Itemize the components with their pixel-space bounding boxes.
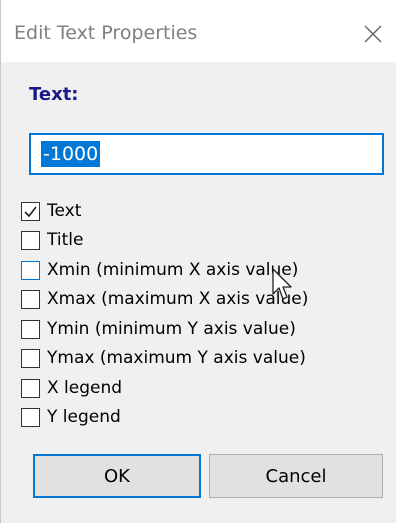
checkbox-box-x-legend[interactable] [21, 378, 40, 398]
checkbox-text[interactable]: Text [21, 199, 81, 223]
checkbox-label-x-legend: X legend [47, 378, 123, 398]
ok-button-label: OK [104, 465, 130, 487]
close-button[interactable] [353, 14, 393, 54]
checkbox-label-ymax: Ymax (maximum Y axis value) [47, 348, 306, 368]
checkbox-label-xmax: Xmax (maximum X axis value) [47, 289, 309, 309]
checkbox-box-ymin[interactable] [21, 319, 40, 339]
checkbox-box-ymax[interactable] [21, 348, 40, 368]
checkbox-title[interactable]: Title [21, 228, 83, 252]
mouse-pointer-icon [272, 268, 292, 300]
checkbox-label-ymin: Ymin (minimum Y axis value) [47, 319, 296, 339]
text-input-selected-value[interactable]: -1000 [41, 141, 101, 167]
checkmark-icon [24, 206, 37, 217]
checkbox-ymax[interactable]: Ymax (maximum Y axis value) [21, 346, 306, 370]
checkbox-box-text[interactable] [21, 201, 40, 221]
window-title: Edit Text Properties [14, 22, 198, 44]
close-icon [364, 25, 382, 43]
checkbox-ymin[interactable]: Ymin (minimum Y axis value) [21, 317, 296, 341]
checkbox-xmin[interactable]: Xmin (minimum X axis value) [21, 258, 298, 282]
checkbox-box-xmax[interactable] [21, 289, 40, 309]
ok-button[interactable]: OK [33, 454, 201, 498]
checkbox-label-title: Title [47, 230, 84, 250]
title-bar: Edit Text Properties [1, 0, 396, 62]
checkbox-label-y-legend: Y legend [47, 407, 121, 427]
text-field-label: Text: [29, 84, 79, 105]
checkbox-label-text: Text [47, 201, 82, 221]
edit-text-properties-dialog: Edit Text Properties Text: -1000 Text Ti… [0, 0, 396, 523]
checkbox-y-legend[interactable]: Y legend [21, 405, 121, 429]
checkbox-x-legend[interactable]: X legend [21, 376, 122, 400]
checkbox-xmax[interactable]: Xmax (maximum X axis value) [21, 287, 308, 311]
cancel-button[interactable]: Cancel [209, 454, 383, 498]
checkbox-label-xmin: Xmin (minimum X axis value) [47, 260, 299, 280]
checkbox-box-y-legend[interactable] [21, 407, 40, 427]
checkbox-box-xmin[interactable] [21, 260, 40, 280]
cancel-button-label: Cancel [265, 465, 327, 487]
checkbox-box-title[interactable] [21, 230, 40, 250]
